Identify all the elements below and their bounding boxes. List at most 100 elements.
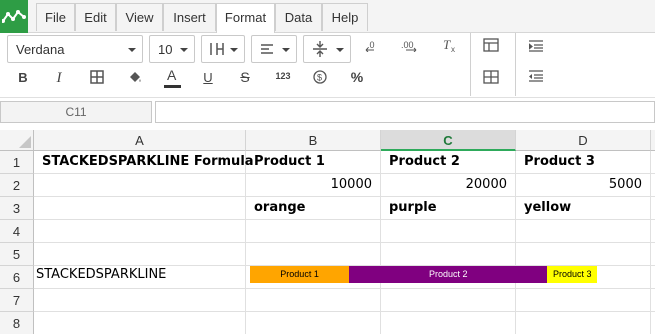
column-header-e[interactable] [651,130,655,151]
insert-chart-button[interactable] [480,37,502,59]
cell-a6[interactable]: STACKEDSPARKLINE [34,266,246,289]
font-size-select[interactable]: 10 [149,35,195,63]
svg-text:T: T [443,37,451,52]
cell-a8[interactable] [34,312,246,334]
row-header-6[interactable]: 6 [0,266,34,289]
cell-b4[interactable] [246,220,381,243]
cell-c7[interactable] [381,289,516,312]
row-header-3[interactable]: 3 [0,197,34,220]
cell-text: STACKEDSPARKLINE [36,267,167,282]
cell-d5[interactable] [516,243,651,266]
cell-a2[interactable] [34,174,246,197]
chevron-down-icon [336,48,344,52]
svg-text:$: $ [317,73,322,83]
select-all-corner[interactable] [0,130,34,151]
indent-button[interactable] [525,37,547,59]
formula-bar: C11 [0,97,655,127]
menu-insert[interactable]: Insert [163,3,216,31]
clear-format-button[interactable]: Tx [438,37,460,59]
cell-b7[interactable] [246,289,381,312]
menu-file[interactable]: File [36,3,75,31]
cell-b2[interactable]: 10000 [246,174,381,197]
cell-c8[interactable] [381,312,516,334]
align-horizontal-button[interactable] [251,35,297,63]
row-header-8[interactable]: 8 [0,312,34,334]
underline-button[interactable]: U [197,67,219,89]
percent-button[interactable]: % [346,66,368,88]
cell-a5[interactable] [34,243,246,266]
table-button[interactable] [480,66,502,88]
cell-a7[interactable] [34,289,246,312]
cell-a3[interactable] [34,197,246,220]
cell-a1[interactable]: STACKEDSPARKLINE Formula [34,151,254,174]
column-header-a[interactable]: A [34,130,246,151]
cell-e2[interactable] [651,174,655,197]
app-logo [0,0,28,33]
cell-b3[interactable]: orange [246,197,381,220]
indent-icon [528,40,543,52]
row-header-2[interactable]: 2 [0,174,34,197]
table-icon [483,70,499,84]
font-family-select[interactable]: Verdana [7,35,143,63]
decrease-decimal-button[interactable]: .0 [362,37,384,59]
cell-d3[interactable]: yellow [516,197,651,220]
row-header-1[interactable]: 1 [0,151,34,174]
cell-b5[interactable] [246,243,381,266]
cell-c2[interactable]: 20000 [381,174,516,197]
column-header-d[interactable]: D [516,130,651,151]
cell-text: Product 2 [389,154,460,169]
increase-decimal-button[interactable]: .00 [399,37,421,59]
sheet-grid: A B C D 1 STACKEDSPARKLINE Formula Product… [0,130,655,334]
select-all-icon [19,136,31,148]
align-vertical-button[interactable] [303,35,351,63]
toolbar-divider [515,33,516,96]
cell-e6[interactable] [651,266,655,289]
cell-d2[interactable]: 5000 [516,174,651,197]
cell-text: 20000 [465,177,507,192]
paint-bucket-icon [130,72,141,82]
cell-d7[interactable] [516,289,651,312]
cell-a4[interactable] [34,220,246,243]
menu-view[interactable]: View [116,3,163,31]
cell-e1[interactable] [651,151,655,174]
row-header-5[interactable]: 5 [0,243,34,266]
menu-data[interactable]: Data [275,3,322,31]
italic-button[interactable]: I [48,67,70,89]
sparkline-segment: Product 1 [250,266,350,283]
strikethrough-button[interactable]: S [234,66,256,88]
cell-d1[interactable]: Product 3 [516,151,651,174]
row-header-4[interactable]: 4 [0,220,34,243]
cell-e3[interactable] [651,197,655,220]
borders-all-button[interactable] [86,66,108,88]
row-header-7[interactable]: 7 [0,289,34,312]
svg-text:.00: .00 [401,40,414,50]
outdent-button[interactable] [525,66,547,88]
cell-e5[interactable] [651,243,655,266]
fill-color-button[interactable] [124,66,146,88]
number-format-button[interactable]: 123 [272,65,294,87]
menu-help[interactable]: Help [322,3,368,31]
formula-input[interactable] [155,101,655,123]
bold-button[interactable]: B [12,67,34,89]
cell-text: yellow [524,200,572,215]
cell-c5[interactable] [381,243,516,266]
menu-format[interactable]: Format [216,3,275,33]
cell-e7[interactable] [651,289,655,312]
column-header-b[interactable]: B [246,130,381,151]
currency-button[interactable]: $ [309,66,331,88]
name-box[interactable]: C11 [0,101,152,123]
cell-d8[interactable] [516,312,651,334]
cell-c3[interactable]: purple [381,197,516,220]
cell-c4[interactable] [381,220,516,243]
font-color-button[interactable]: A [161,64,183,88]
cell-d4[interactable] [516,220,651,243]
cell-b1[interactable]: Product 1 [246,151,381,174]
cell-e4[interactable] [651,220,655,243]
cell-c1[interactable]: Product 2 [381,151,516,174]
font-size-value: 10 [158,42,173,57]
borders-button[interactable] [201,35,245,63]
menu-edit[interactable]: Edit [75,3,116,31]
cell-b8[interactable] [246,312,381,334]
cell-e8[interactable] [651,312,655,334]
column-header-c[interactable]: C [381,130,516,151]
